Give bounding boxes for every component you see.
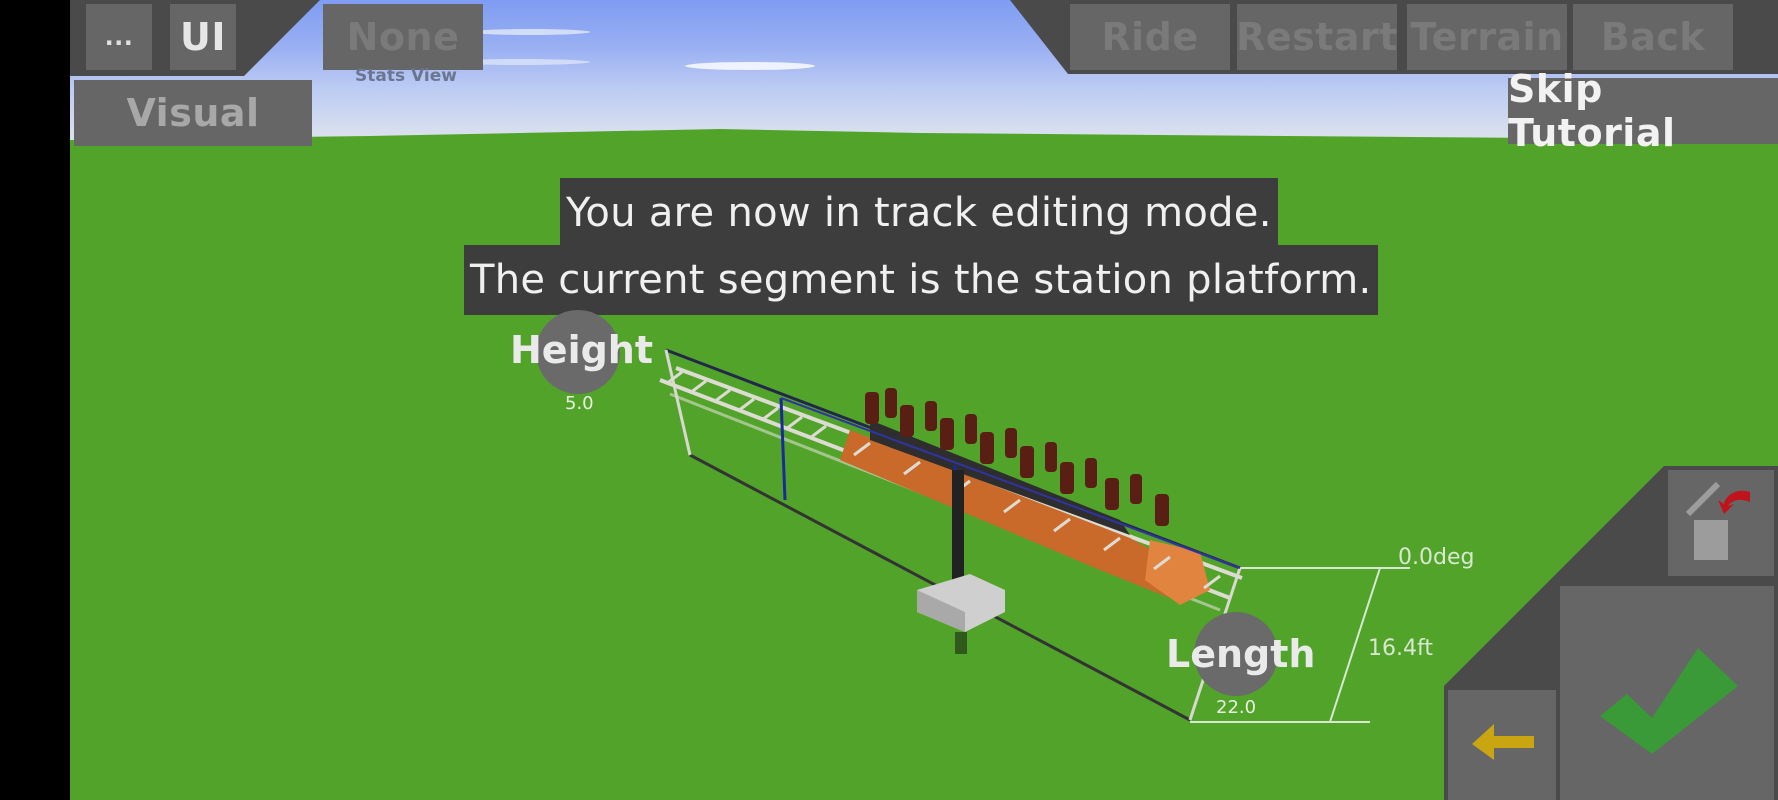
height-label: Height bbox=[510, 328, 654, 372]
stats-view-button[interactable]: None bbox=[323, 4, 483, 70]
height-ft-readout: 16.4ft bbox=[1368, 636, 1433, 661]
back-button[interactable]: Back bbox=[1573, 4, 1733, 70]
terrain-button[interactable]: Terrain bbox=[1407, 4, 1567, 70]
length-value: 22.0 bbox=[1216, 697, 1257, 718]
ui-toggle-button[interactable]: UI bbox=[170, 4, 236, 70]
previous-segment-button[interactable] bbox=[1448, 690, 1556, 800]
checkmark-icon bbox=[1600, 648, 1738, 754]
trash-undo-icon bbox=[1685, 481, 1750, 560]
skip-tutorial-button[interactable]: Skip Tutorial bbox=[1508, 67, 1778, 155]
tutorial-message-line-1: You are now in track editing mode. bbox=[560, 178, 1278, 248]
confirm-button[interactable] bbox=[1560, 586, 1774, 800]
cloud bbox=[470, 29, 590, 35]
arrow-left-icon bbox=[1472, 724, 1534, 760]
height-value: 5.0 bbox=[565, 393, 594, 414]
delete-segment-button[interactable] bbox=[1668, 470, 1774, 576]
game-viewport[interactable]: ... UI None Stats View Visual Ride Resta… bbox=[70, 0, 1778, 800]
more-button[interactable]: ... bbox=[86, 4, 152, 70]
cloud bbox=[685, 62, 815, 70]
stats-view-caption: Stats View bbox=[355, 66, 457, 86]
ride-button[interactable]: Ride bbox=[1070, 4, 1230, 70]
restart-button[interactable]: Restart bbox=[1236, 4, 1397, 70]
length-label: Length bbox=[1166, 632, 1316, 676]
visual-button[interactable]: Visual bbox=[74, 80, 312, 146]
track-support bbox=[952, 470, 964, 590]
tutorial-message-line-2: The current segment is the station platf… bbox=[464, 245, 1378, 315]
